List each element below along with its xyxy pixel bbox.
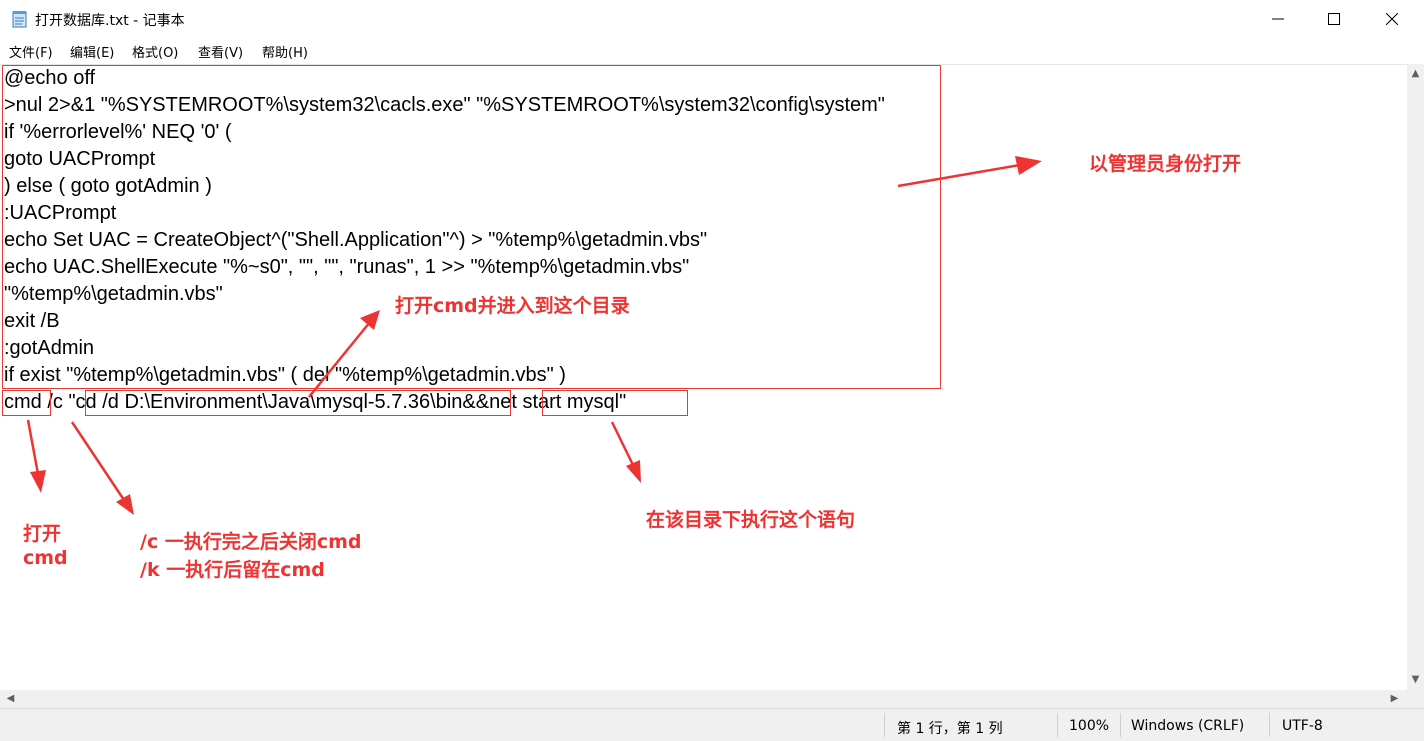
status-separator	[884, 713, 885, 737]
arrow-open-cmd	[26, 419, 40, 475]
annotation-cd-dir: 打开cmd并进入到这个目录	[395, 295, 630, 317]
cursor-position: 第 1 行，第 1 列	[897, 721, 1003, 737]
arrow-admin	[897, 163, 1021, 188]
horizontal-scrollbar[interactable]: ◀ ▶	[0, 690, 1407, 708]
scroll-up-icon[interactable]: ▲	[1407, 68, 1424, 79]
annotation-c-flag: /c 一执行完之后关闭cmd	[140, 531, 362, 553]
status-separator	[1057, 713, 1058, 737]
scrollbar-corner	[1407, 690, 1424, 708]
arrow-head-cd-dir	[360, 310, 380, 330]
annotation-k-flag: /k 一执行后留在cmd	[140, 559, 325, 581]
arrow-head-c-flag	[116, 494, 134, 515]
arrow-run-here	[610, 421, 635, 466]
annotation-open-cmd-line2: cmd	[23, 547, 68, 569]
arrow-head-admin	[1015, 156, 1042, 175]
arrow-head-open-cmd	[30, 470, 46, 493]
status-separator	[1269, 713, 1270, 737]
status-bar: 第 1 行，第 1 列 100% Windows (CRLF) UTF-8	[0, 708, 1424, 741]
arrow-cd-dir	[308, 321, 371, 398]
vertical-scrollbar[interactable]: ▲ ▼	[1407, 64, 1424, 690]
scroll-left-icon[interactable]: ◀	[2, 693, 19, 704]
annotation-run-here: 在该目录下执行这个语句	[646, 509, 856, 531]
annotation-arrows	[26, 156, 1042, 515]
scroll-right-icon[interactable]: ▶	[1386, 693, 1403, 704]
encoding: UTF-8	[1282, 718, 1323, 734]
status-separator	[1120, 713, 1121, 737]
zoom-level: 100%	[1069, 718, 1110, 734]
line-ending: Windows (CRLF)	[1131, 718, 1245, 734]
arrow-head-run-here	[626, 460, 641, 483]
annotation-admin: 以管理员身份打开	[1089, 153, 1242, 175]
arrow-c-flag	[70, 421, 126, 501]
scroll-down-icon[interactable]: ▼	[1407, 674, 1424, 685]
annotation-open-cmd-line1: 打开	[23, 523, 62, 545]
